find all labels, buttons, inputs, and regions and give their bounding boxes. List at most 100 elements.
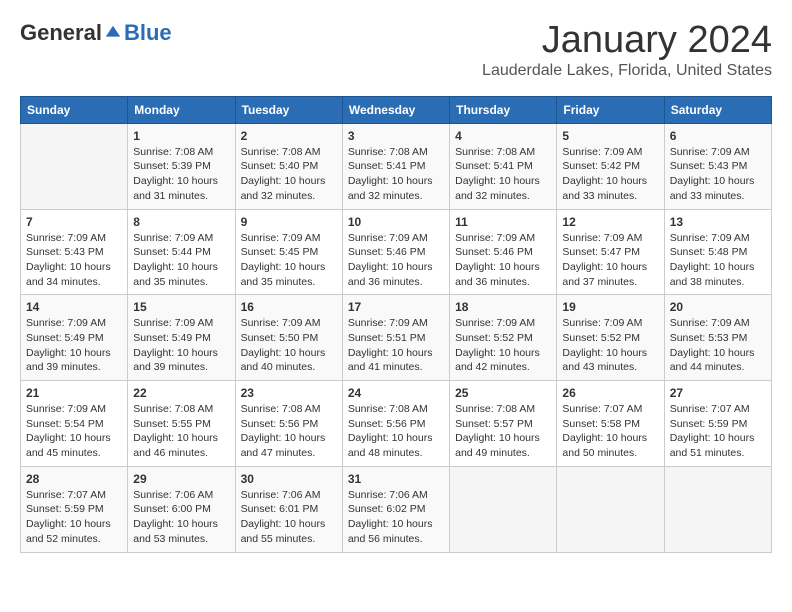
calendar-cell: 2 Sunrise: 7:08 AMSunset: 5:40 PMDaylight… xyxy=(235,123,342,209)
calendar-cell: 25 Sunrise: 7:08 AMSunset: 5:57 PMDayligh… xyxy=(450,381,557,467)
day-number: 27 xyxy=(670,386,766,400)
day-info: Sunrise: 7:08 AMSunset: 5:55 PMDaylight:… xyxy=(133,402,229,461)
day-number: 4 xyxy=(455,129,551,143)
calendar-cell: 16 Sunrise: 7:09 AMSunset: 5:50 PMDayligh… xyxy=(235,295,342,381)
day-info: Sunrise: 7:09 AMSunset: 5:45 PMDaylight:… xyxy=(241,231,337,290)
day-info: Sunrise: 7:08 AMSunset: 5:41 PMDaylight:… xyxy=(455,145,551,204)
day-info: Sunrise: 7:09 AMSunset: 5:54 PMDaylight:… xyxy=(26,402,122,461)
day-info: Sunrise: 7:09 AMSunset: 5:49 PMDaylight:… xyxy=(133,316,229,375)
calendar-cell: 29Sunrise: 7:06 AMSunset: 6:00 PMDayligh… xyxy=(128,466,235,552)
day-info: Sunrise: 7:07 AMSunset: 5:59 PMDaylight:… xyxy=(670,402,766,461)
day-number: 3 xyxy=(348,129,444,143)
day-of-week-header: Wednesday xyxy=(342,96,449,123)
location-text: Lauderdale Lakes, Florida, United States xyxy=(482,62,772,80)
calendar-cell: 9 Sunrise: 7:09 AMSunset: 5:45 PMDaylight… xyxy=(235,209,342,295)
calendar-cell: 20Sunrise: 7:09 AMSunset: 5:53 PMDayligh… xyxy=(664,295,771,381)
day-number: 7 xyxy=(26,215,122,229)
day-info: Sunrise: 7:08 AMSunset: 5:39 PMDaylight:… xyxy=(133,145,229,204)
day-info: Sunrise: 7:09 AMSunset: 5:47 PMDaylight:… xyxy=(562,231,658,290)
calendar-cell: 7 Sunrise: 7:09 AMSunset: 5:43 PMDaylight… xyxy=(21,209,128,295)
calendar-cell xyxy=(664,466,771,552)
day-number: 19 xyxy=(562,300,658,314)
title-block: January 2024 Lauderdale Lakes, Florida, … xyxy=(482,20,772,80)
day-number: 2 xyxy=(241,129,337,143)
day-number: 28 xyxy=(26,472,122,486)
day-number: 21 xyxy=(26,386,122,400)
calendar-cell: 3 Sunrise: 7:08 AMSunset: 5:41 PMDaylight… xyxy=(342,123,449,209)
day-number: 5 xyxy=(562,129,658,143)
logo-blue-text: Blue xyxy=(124,20,172,46)
calendar-cell: 10 Sunrise: 7:09 AMSunset: 5:46 PMDayligh… xyxy=(342,209,449,295)
calendar-cell: 13 Sunrise: 7:09 AMSunset: 5:48 PMDayligh… xyxy=(664,209,771,295)
day-number: 18 xyxy=(455,300,551,314)
calendar-cell: 18Sunrise: 7:09 AMSunset: 5:52 PMDayligh… xyxy=(450,295,557,381)
calendar-cell: 5Sunrise: 7:09 AMSunset: 5:42 PMDaylight… xyxy=(557,123,664,209)
day-number: 16 xyxy=(241,300,337,314)
calendar-cell: 23Sunrise: 7:08 AMSunset: 5:56 PMDayligh… xyxy=(235,381,342,467)
day-info: Sunrise: 7:06 AMSunset: 6:02 PMDaylight:… xyxy=(348,488,444,547)
day-number: 20 xyxy=(670,300,766,314)
calendar-week-row: 1Sunrise: 7:08 AMSunset: 5:39 PMDaylight… xyxy=(21,123,772,209)
calendar-cell: 11 Sunrise: 7:09 AMSunset: 5:46 PMDayligh… xyxy=(450,209,557,295)
day-number: 6 xyxy=(670,129,766,143)
day-number: 8 xyxy=(133,215,229,229)
day-number: 11 xyxy=(455,215,551,229)
calendar-cell: 14 Sunrise: 7:09 AMSunset: 5:49 PMDayligh… xyxy=(21,295,128,381)
calendar-table: SundayMondayTuesdayWednesdayThursdayFrid… xyxy=(20,96,772,553)
calendar-cell: 31 Sunrise: 7:06 AMSunset: 6:02 PMDayligh… xyxy=(342,466,449,552)
day-info: Sunrise: 7:06 AMSunset: 6:00 PMDaylight:… xyxy=(133,488,229,547)
month-title: January 2024 xyxy=(482,20,772,62)
calendar-cell: 27 Sunrise: 7:07 AMSunset: 5:59 PMDayligh… xyxy=(664,381,771,467)
day-info: Sunrise: 7:09 AMSunset: 5:48 PMDaylight:… xyxy=(670,231,766,290)
calendar-cell: 24Sunrise: 7:08 AMSunset: 5:56 PMDayligh… xyxy=(342,381,449,467)
calendar-cell: 15Sunrise: 7:09 AMSunset: 5:49 PMDayligh… xyxy=(128,295,235,381)
day-info: Sunrise: 7:09 AMSunset: 5:44 PMDaylight:… xyxy=(133,231,229,290)
day-info: Sunrise: 7:08 AMSunset: 5:57 PMDaylight:… xyxy=(455,402,551,461)
calendar-cell: 6 Sunrise: 7:09 AMSunset: 5:43 PMDaylight… xyxy=(664,123,771,209)
day-number: 24 xyxy=(348,386,444,400)
day-info: Sunrise: 7:09 AMSunset: 5:43 PMDaylight:… xyxy=(670,145,766,204)
calendar-cell: 19 Sunrise: 7:09 AMSunset: 5:52 PMDayligh… xyxy=(557,295,664,381)
logo-general-text: General xyxy=(20,20,102,46)
day-info: Sunrise: 7:08 AMSunset: 5:41 PMDaylight:… xyxy=(348,145,444,204)
calendar-body: 1Sunrise: 7:08 AMSunset: 5:39 PMDaylight… xyxy=(21,123,772,552)
day-info: Sunrise: 7:08 AMSunset: 5:40 PMDaylight:… xyxy=(241,145,337,204)
header-row: SundayMondayTuesdayWednesdayThursdayFrid… xyxy=(21,96,772,123)
day-info: Sunrise: 7:09 AMSunset: 5:51 PMDaylight:… xyxy=(348,316,444,375)
day-info: Sunrise: 7:07 AMSunset: 5:59 PMDaylight:… xyxy=(26,488,122,547)
day-number: 14 xyxy=(26,300,122,314)
calendar-cell: 26Sunrise: 7:07 AMSunset: 5:58 PMDayligh… xyxy=(557,381,664,467)
logo: General Blue xyxy=(20,20,172,46)
day-info: Sunrise: 7:07 AMSunset: 5:58 PMDaylight:… xyxy=(562,402,658,461)
day-number: 31 xyxy=(348,472,444,486)
day-number: 12 xyxy=(562,215,658,229)
calendar-cell: 12 Sunrise: 7:09 AMSunset: 5:47 PMDayligh… xyxy=(557,209,664,295)
calendar-cell: 22 Sunrise: 7:08 AMSunset: 5:55 PMDayligh… xyxy=(128,381,235,467)
day-of-week-header: Monday xyxy=(128,96,235,123)
calendar-cell: 8 Sunrise: 7:09 AMSunset: 5:44 PMDaylight… xyxy=(128,209,235,295)
calendar-cell xyxy=(450,466,557,552)
day-number: 13 xyxy=(670,215,766,229)
calendar-week-row: 7 Sunrise: 7:09 AMSunset: 5:43 PMDaylight… xyxy=(21,209,772,295)
day-info: Sunrise: 7:09 AMSunset: 5:49 PMDaylight:… xyxy=(26,316,122,375)
day-of-week-header: Tuesday xyxy=(235,96,342,123)
day-info: Sunrise: 7:09 AMSunset: 5:46 PMDaylight:… xyxy=(455,231,551,290)
calendar-cell: 17 Sunrise: 7:09 AMSunset: 5:51 PMDayligh… xyxy=(342,295,449,381)
day-number: 10 xyxy=(348,215,444,229)
calendar-cell: 4 Sunrise: 7:08 AMSunset: 5:41 PMDaylight… xyxy=(450,123,557,209)
day-info: Sunrise: 7:06 AMSunset: 6:01 PMDaylight:… xyxy=(241,488,337,547)
calendar-cell: 21 Sunrise: 7:09 AMSunset: 5:54 PMDayligh… xyxy=(21,381,128,467)
logo-icon xyxy=(104,24,122,42)
calendar-cell: 1Sunrise: 7:08 AMSunset: 5:39 PMDaylight… xyxy=(128,123,235,209)
day-info: Sunrise: 7:09 AMSunset: 5:50 PMDaylight:… xyxy=(241,316,337,375)
day-number: 9 xyxy=(241,215,337,229)
day-number: 25 xyxy=(455,386,551,400)
day-number: 22 xyxy=(133,386,229,400)
day-number: 30 xyxy=(241,472,337,486)
day-number: 23 xyxy=(241,386,337,400)
day-number: 17 xyxy=(348,300,444,314)
day-info: Sunrise: 7:09 AMSunset: 5:52 PMDaylight:… xyxy=(562,316,658,375)
day-info: Sunrise: 7:09 AMSunset: 5:46 PMDaylight:… xyxy=(348,231,444,290)
calendar-cell xyxy=(557,466,664,552)
day-info: Sunrise: 7:09 AMSunset: 5:43 PMDaylight:… xyxy=(26,231,122,290)
